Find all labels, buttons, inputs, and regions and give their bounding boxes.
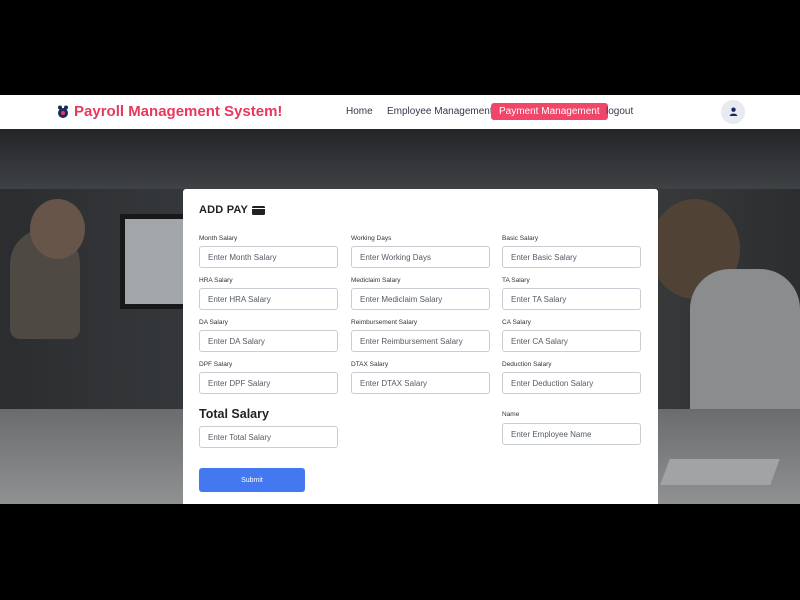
credit-card-icon — [252, 205, 266, 215]
nav-employee-management-link[interactable]: Employee Management — [387, 105, 493, 118]
month-salary-label: Month Salary — [199, 235, 238, 242]
total-salary-title: Total Salary — [199, 407, 269, 421]
da-salary-label: DA Salary — [199, 319, 228, 326]
mediclaim-salary-input[interactable] — [351, 288, 490, 310]
nav-home-link[interactable]: Home — [346, 105, 373, 118]
employee-name-input[interactable] — [502, 423, 641, 445]
brand[interactable]: Payroll Management System! — [56, 103, 282, 121]
card-title: ADD PAY — [199, 204, 266, 216]
navbar: Payroll Management System! Home Employee… — [0, 95, 800, 129]
user-icon — [729, 103, 738, 121]
hra-salary-label: HRA Salary — [199, 277, 233, 284]
month-salary-input[interactable] — [199, 246, 338, 268]
total-salary-input[interactable] — [199, 426, 338, 448]
ca-salary-input[interactable] — [502, 330, 641, 352]
brand-title: Payroll Management System! — [74, 103, 283, 120]
working-days-input[interactable] — [351, 246, 490, 268]
dtax-salary-label: DTAX Salary — [351, 361, 389, 368]
deduction-salary-input[interactable] — [502, 372, 641, 394]
mediclaim-salary-label: Mediclaim Salary — [351, 277, 401, 284]
nav-payment-management-link[interactable]: Payment Management — [491, 103, 608, 120]
reimbursement-salary-input[interactable] — [351, 330, 490, 352]
basic-salary-label: Basic Salary — [502, 235, 539, 242]
ca-salary-label: CA Salary — [502, 319, 531, 326]
name-label: Name — [502, 411, 520, 418]
basic-salary-input[interactable] — [502, 246, 641, 268]
submit-button[interactable]: Submit — [199, 468, 305, 492]
add-pay-card: ADD PAY Month Salary Working Days Basic … — [183, 189, 658, 504]
working-days-label: Working Days — [351, 235, 392, 242]
dpf-salary-label: DPF Salary — [199, 361, 233, 368]
brand-logo-icon — [56, 104, 70, 120]
app-viewport: Payroll Management System! Home Employee… — [0, 95, 800, 504]
nav-logout-link[interactable]: logout — [606, 105, 633, 118]
hra-salary-input[interactable] — [199, 288, 338, 310]
user-avatar-button[interactable] — [721, 100, 745, 124]
dtax-salary-input[interactable] — [351, 372, 490, 394]
add-pay-title: ADD PAY — [199, 204, 249, 216]
ta-salary-label: TA Salary — [502, 277, 530, 284]
background-photo: ADD PAY Month Salary Working Days Basic … — [0, 129, 800, 504]
reimbursement-salary-label: Reimbursement Salary — [351, 319, 418, 326]
ta-salary-input[interactable] — [502, 288, 641, 310]
deduction-salary-label: Deduction Salary — [502, 361, 552, 368]
dpf-salary-input[interactable] — [199, 372, 338, 394]
da-salary-input[interactable] — [199, 330, 338, 352]
